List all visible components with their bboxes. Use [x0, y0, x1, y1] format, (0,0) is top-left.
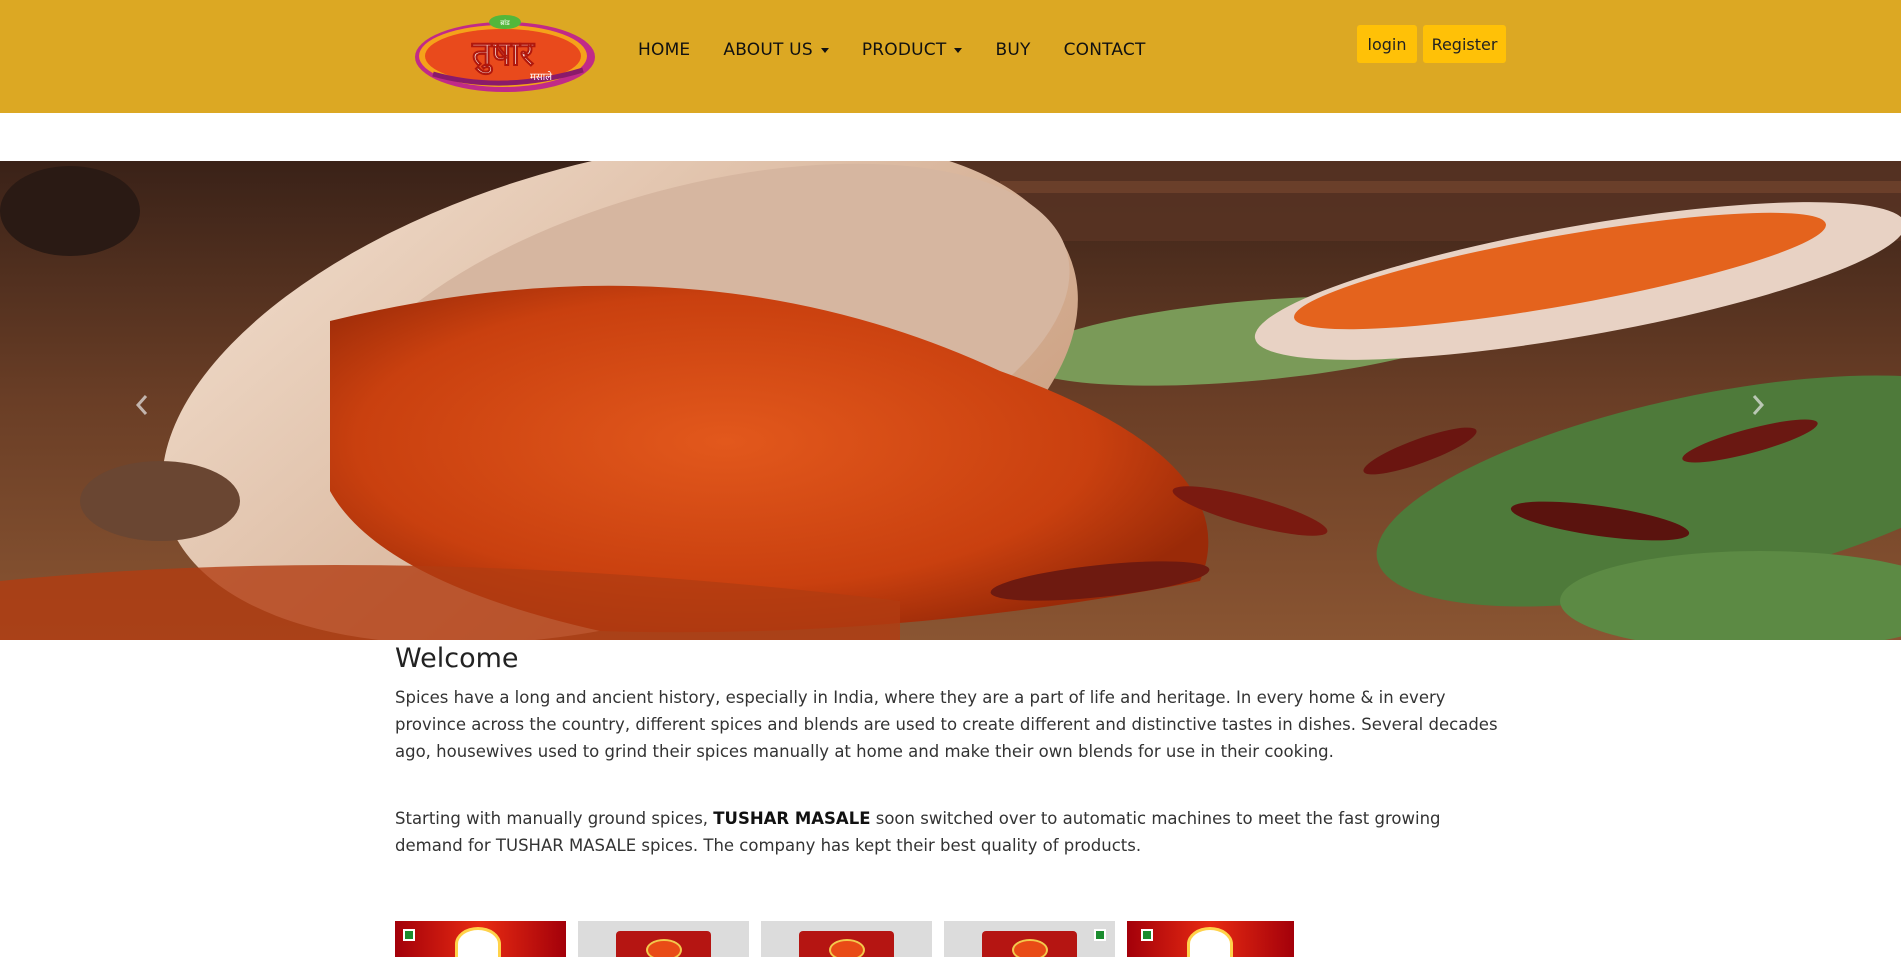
welcome-paragraph-1: Spices have a long and ancient history, … [395, 688, 1498, 761]
pack-logo-icon [829, 939, 865, 957]
pack-logo-icon [455, 927, 501, 957]
logo-graphic: ब्रांड तुषार मसाले [415, 15, 595, 92]
site-header: ब्रांड तुषार मसाले HOME ABOUT US PRODUCT… [0, 0, 1901, 113]
veg-mark-icon [403, 929, 415, 941]
caret-down-icon [954, 47, 963, 53]
brand-logo[interactable]: ब्रांड तुषार मसाले [413, 12, 598, 94]
login-button[interactable]: login [1357, 25, 1417, 63]
carousel-next-button[interactable] [1738, 385, 1778, 425]
nav-product[interactable]: PRODUCT [862, 40, 963, 60]
pack-logo-icon [1012, 939, 1048, 957]
hero-image [0, 161, 1901, 640]
paragraph-2-intro: Starting with manually ground spices, [395, 809, 714, 828]
nav-contact-label: CONTACT [1063, 40, 1146, 60]
chevron-left-icon [135, 395, 148, 415]
nav-home-label: HOME [638, 40, 691, 60]
brand-name-bold: TUSHAR MASALE [713, 809, 871, 828]
carousel-prev-button[interactable] [122, 385, 162, 425]
hero-carousel [0, 161, 1901, 640]
pack-logo-icon [1187, 927, 1233, 957]
welcome-title: Welcome [395, 643, 519, 674]
product-thumbnail[interactable] [395, 921, 566, 957]
product-thumbnail[interactable] [1127, 921, 1294, 957]
register-button[interactable]: Register [1423, 25, 1506, 63]
main-nav: HOME ABOUT US PRODUCT BUY CONTACT [638, 40, 1179, 60]
welcome-section: Welcome Spices have a long and ancient h… [395, 643, 1505, 859]
chevron-right-icon [1752, 395, 1765, 415]
nav-about-us[interactable]: ABOUT US [723, 40, 829, 60]
nav-buy-label: BUY [995, 40, 1031, 60]
nav-home[interactable]: HOME [638, 40, 690, 60]
logo-badge: ब्रांड [500, 19, 510, 27]
veg-mark-icon [1141, 929, 1153, 941]
product-thumbnail[interactable] [761, 921, 932, 957]
product-thumbnail[interactable] [578, 921, 749, 957]
product-thumbnails [395, 921, 1294, 957]
nav-product-label: PRODUCT [861, 40, 947, 60]
logo-subtext: मसाले [530, 71, 552, 83]
nav-about-us-label: ABOUT US [723, 40, 813, 60]
nav-buy[interactable]: BUY [995, 40, 1030, 60]
product-thumbnail[interactable] [944, 921, 1115, 957]
caret-down-icon [820, 47, 829, 53]
welcome-paragraph-2: Starting with manually ground spices, TU… [395, 805, 1505, 859]
veg-mark-icon [1094, 929, 1106, 941]
nav-contact[interactable]: CONTACT [1064, 40, 1146, 60]
logo-text: तुषार [471, 34, 535, 75]
pack-logo-icon [646, 939, 682, 957]
